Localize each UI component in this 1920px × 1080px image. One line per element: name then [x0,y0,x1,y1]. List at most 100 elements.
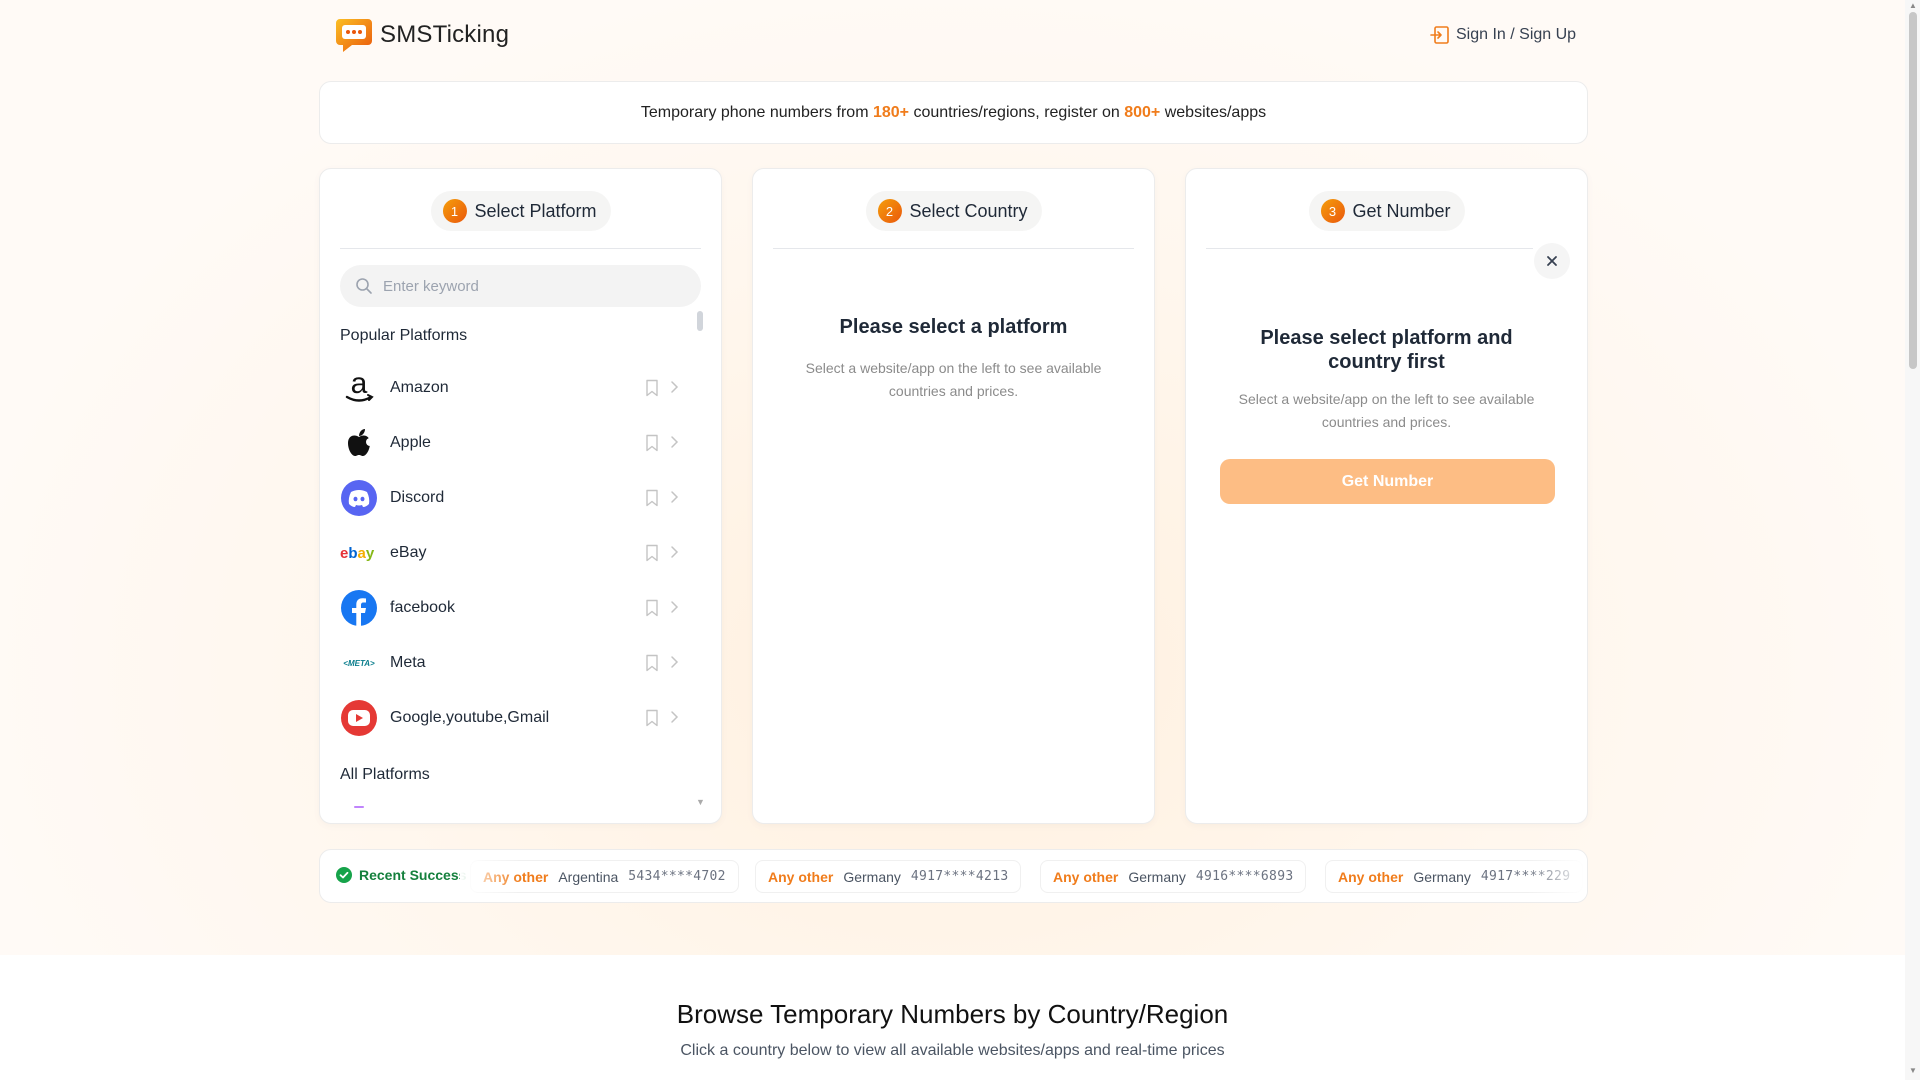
recent-item: Any other Germany 4917****4213 [755,860,1022,893]
page-scrollbar-thumb[interactable] [1909,12,1917,369]
banner-sites-count: 800+ [1124,103,1161,121]
panel-divider [1206,248,1533,249]
popular-platform-list: a Amazon Apple Discord ebay eBay faceboo… [340,360,690,745]
check-circle-icon [336,867,352,883]
platform-item-discord[interactable]: Discord [340,470,690,525]
step-2-header: 2 Select Country [865,191,1042,231]
bookmark-icon[interactable] [645,599,659,617]
recent-item-country: Germany [843,868,901,885]
amazon-icon: a [340,369,378,407]
platform-item-ebay[interactable]: ebay eBay [340,525,690,580]
site-logo[interactable]: SMSTicking [334,15,509,55]
platform-item-amazon[interactable]: a Amazon [340,360,690,415]
recent-item-number: 5434****4702 [628,869,726,884]
logo-text: SMSTicking [380,21,510,48]
platform-label: Apple [390,433,431,451]
recent-item-country: Argentina [558,868,619,885]
ticker-fade-left [460,850,520,902]
panel-divider [773,248,1134,249]
bookmark-icon[interactable] [645,379,659,397]
bookmark-icon[interactable] [645,654,659,672]
platform-item-facebook[interactable]: facebook [340,580,690,635]
browse-title: Browse Temporary Numbers by Country/Regi… [676,999,1229,1029]
platform-label: Discord [390,488,445,506]
search-icon [356,278,372,294]
step-1-header: 1 Select Platform [430,191,611,231]
platform-search[interactable] [340,265,701,307]
apple-icon [340,424,378,462]
number-empty-desc: Select a website/app on the left to see … [1238,391,1535,430]
recent-item-platform: Any other [1338,868,1404,885]
sign-in-link[interactable]: Sign In / Sign Up [1430,25,1576,45]
scroll-up-arrow[interactable]: ▲ [1909,1,1917,10]
chevron-right-icon [671,381,679,393]
svg-text:<META>: <META> [343,659,375,668]
bookmark-icon[interactable] [645,434,659,452]
next-item-peek [354,806,364,808]
platform-item-google[interactable]: Google,youtube,Gmail [340,690,690,745]
svg-text:a: a [351,371,368,400]
info-banner: Temporary phone numbers from 180+ countr… [319,81,1588,144]
platform-label: Google,youtube,Gmail [390,708,550,726]
step-3-label: Get Number [1352,200,1451,221]
meta-icon: <META> [340,644,378,682]
chevron-right-icon [671,711,679,723]
recent-success-ticker: Recent Success Any other Argentina 5434*… [319,849,1588,903]
recent-item-number: 4916****6893 [1195,869,1294,884]
country-empty-desc: Select a website/app on the left to see … [805,360,1102,399]
recent-item-country: Germany [1413,868,1471,885]
facebook-icon [340,589,378,627]
popular-platforms-title: Popular Platforms [340,327,468,344]
recent-item: Any other Germany 4916****6893 [1040,860,1307,893]
youtube-icon [340,699,378,737]
number-empty-title: Please select platform and country first [1260,327,1513,373]
platform-label: facebook [390,598,455,616]
chevron-right-icon [671,436,679,448]
discord-icon [340,479,378,517]
chevron-right-icon [671,546,679,558]
chevron-right-icon [671,656,679,668]
platform-label: Meta [390,653,426,671]
bookmark-icon[interactable] [645,544,659,562]
recent-item-platform: Any other [768,868,834,885]
panel-divider [340,248,701,249]
recent-success-text: Recent Success [359,867,467,883]
bookmark-icon[interactable] [645,709,659,727]
browse-subtitle: Click a country below to view all availa… [680,1042,1225,1059]
step-2-label: Select Country [909,200,1028,221]
scroll-down-arrow[interactable]: ▼ [696,797,705,807]
chevron-right-icon [671,491,679,503]
all-platforms-title: All Platforms [340,766,430,783]
country-empty-title: Please select a platform [839,316,1068,338]
recent-item-country: Germany [1128,868,1186,885]
recent-success-label: Recent Success [336,867,466,883]
login-icon [1430,26,1449,44]
number-panel: 3 Get Number Please select platform and … [1185,168,1588,824]
step-3-header: 3 Get Number [1308,191,1465,231]
step-1-number: 1 [442,199,467,223]
bookmark-icon[interactable] [645,489,659,507]
step-1-label: Select Platform [474,200,597,221]
page-scrollbar[interactable]: ▲ ▼ [1905,0,1920,1080]
banner-text-3: websites/apps [1160,103,1267,121]
list-scrollbar[interactable] [697,311,703,331]
search-input[interactable] [383,277,683,295]
platform-item-meta[interactable]: <META> Meta [340,635,690,690]
close-button[interactable] [1534,243,1570,279]
banner-countries-count: 180+ [872,103,910,121]
get-number-button[interactable]: Get Number [1220,459,1555,504]
step-3-number: 3 [1320,199,1345,223]
recent-item-number: 4917****4213 [910,869,1009,884]
platform-item-apple[interactable]: Apple [340,415,690,470]
chat-bubble-logo-icon [336,19,372,52]
platform-panel: 1 Select Platform Popular Platforms a Am… [319,168,722,824]
banner-text-1: Temporary phone numbers from [640,103,873,121]
step-2-number: 2 [877,199,902,223]
svg-text:ebay: ebay [340,545,375,562]
chevron-right-icon [671,601,679,613]
recent-item-platform: Any other [1053,868,1119,885]
country-panel: 2 Select Country Please select a platfor… [752,168,1155,824]
platform-label: Amazon [390,378,449,396]
scroll-down-arrow[interactable]: ▼ [1909,1066,1917,1075]
ebay-icon: ebay [340,534,378,572]
